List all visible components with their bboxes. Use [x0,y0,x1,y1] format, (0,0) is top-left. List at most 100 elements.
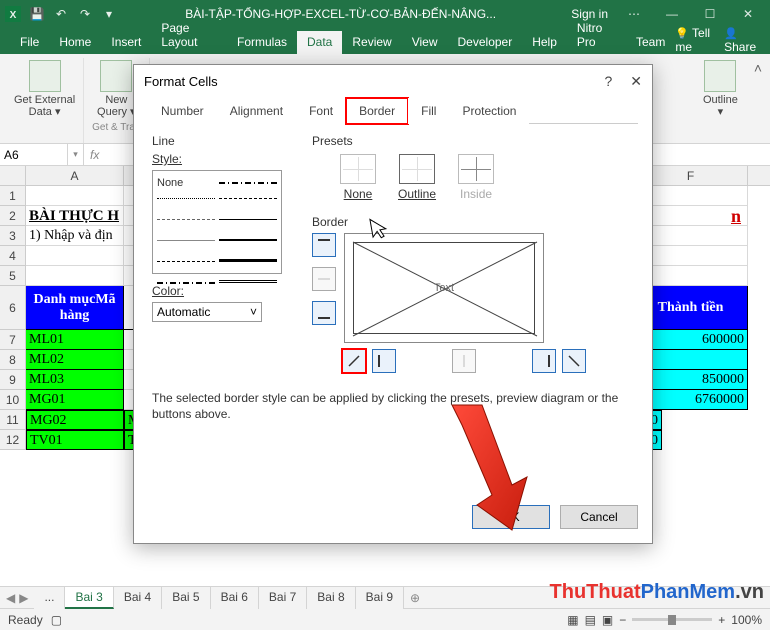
border-top-button[interactable] [312,233,336,257]
border-bottom-button[interactable] [312,301,336,325]
line-style-solid[interactable] [219,219,277,229]
macro-record-icon[interactable]: ▢ [51,613,62,627]
dtab-protection[interactable]: Protection [449,98,529,124]
dialog-close-icon[interactable]: ✕ [630,73,642,90]
undo-icon[interactable]: ↶ [52,5,70,23]
dialog-titlebar[interactable]: Format Cells ? ✕ [134,65,652,97]
row-header[interactable]: 5 [0,266,26,286]
view-normal-icon[interactable]: ▦ [567,613,578,627]
dtab-font[interactable]: Font [296,98,346,124]
border-horizontal-inside-button[interactable] [312,267,336,291]
row-header[interactable]: 3 [0,226,26,246]
ribbon-group-outline[interactable]: Outline ▾ [695,58,746,143]
line-style-double[interactable] [219,280,277,290]
sheet-tab-bai6[interactable]: Bai 6 [211,587,259,609]
line-style-dashdot2[interactable] [157,282,215,284]
ribbon-group-get-external[interactable]: Get External Data ▾ [6,58,84,143]
sheet-nav[interactable]: ◀▶ [0,591,34,605]
row-header[interactable]: 7 [0,330,26,350]
tab-home[interactable]: Home [49,31,101,54]
select-all-corner[interactable] [0,166,26,185]
sheet-nav-next-icon[interactable]: ▶ [19,591,28,605]
sheet-nav-prev-icon[interactable]: ◀ [6,591,15,605]
line-style-medium[interactable] [219,239,277,249]
line-style-dashed[interactable] [157,261,215,271]
tab-view[interactable]: View [402,31,448,54]
close-button[interactable]: ✕ [730,0,766,28]
dtab-alignment[interactable]: Alignment [217,98,296,124]
dialog-help-icon[interactable]: ? [604,73,612,90]
tab-review[interactable]: Review [342,31,401,54]
col-header-a[interactable]: A [26,166,124,185]
minimize-button[interactable]: — [654,0,690,28]
zoom-slider[interactable] [632,618,712,621]
sheet-tab-bai4[interactable]: Bai 4 [114,587,162,609]
border-diagonal-down-button[interactable] [562,349,586,373]
ribbon-options-icon[interactable]: ⋯ [616,0,652,28]
line-style-thick[interactable] [219,259,277,269]
tab-page-layout[interactable]: Page Layout [151,17,227,54]
dtab-fill[interactable]: Fill [408,98,449,124]
line-style-list[interactable]: None [152,170,282,274]
ok-button[interactable]: OK [472,505,550,529]
maximize-button[interactable]: ☐ [692,0,728,28]
name-box-dropdown-icon[interactable]: ▾ [68,144,84,165]
fx-icon[interactable]: fx [84,144,105,165]
cell[interactable]: ML01 [26,330,124,350]
tab-help[interactable]: Help [522,31,567,54]
border-preview[interactable]: Text [344,233,544,343]
qat-dropdown-icon[interactable]: ▾ [100,5,118,23]
cell[interactable]: MG01 [26,390,124,410]
cell[interactable]: TV01 [26,430,124,450]
border-diagonal-up-button[interactable] [342,349,366,373]
preset-none[interactable]: None [340,154,376,201]
zoom-level[interactable]: 100% [731,613,762,627]
cancel-button[interactable]: Cancel [560,505,638,529]
cell[interactable] [26,186,124,206]
cell[interactable]: ML03 [26,370,124,390]
cell[interactable]: ML02 [26,350,124,370]
row-header[interactable]: 2 [0,206,26,226]
color-dropdown[interactable]: Automatic ˅ [152,302,262,322]
dtab-number[interactable]: Number [148,98,217,124]
redo-icon[interactable]: ↷ [76,5,94,23]
tab-data[interactable]: Data [297,31,342,54]
border-left-button[interactable] [372,349,396,373]
tab-developer[interactable]: Developer [448,31,523,54]
preset-outline[interactable]: Outline [398,154,436,201]
row-header[interactable]: 6 [0,286,26,330]
sheet-tab-bai8[interactable]: Bai 8 [307,587,355,609]
tab-insert[interactable]: Insert [101,31,151,54]
line-style-none[interactable]: None [157,177,215,187]
line-style-hair[interactable] [157,240,215,250]
cell[interactable]: MG02 [26,410,124,430]
tell-me-search[interactable]: Tell me [675,26,720,54]
line-style-dashdot[interactable] [219,182,277,184]
zoom-in-icon[interactable]: + [718,613,725,627]
sheet-tab-bai9[interactable]: Bai 9 [356,587,404,609]
name-box[interactable]: A6 [0,144,68,165]
sheet-tab-more[interactable]: ... [34,587,65,609]
row-header[interactable]: 11 [0,410,26,430]
sheet-tab-bai7[interactable]: Bai 7 [259,587,307,609]
row-header[interactable]: 4 [0,246,26,266]
line-style-dotted[interactable] [157,198,215,208]
border-right-button[interactable] [532,349,556,373]
line-style-dashed-thin[interactable] [157,219,215,229]
sheet-tab-bai3[interactable]: Bai 3 [65,587,113,609]
view-page-layout-icon[interactable]: ▤ [585,613,596,627]
th-danh-muc[interactable]: Danh mụcMã hàng [26,286,124,330]
row-header[interactable]: 10 [0,390,26,410]
share-button[interactable]: Share [724,26,764,54]
tab-file[interactable]: File [10,31,49,54]
row-header[interactable]: 9 [0,370,26,390]
dtab-border[interactable]: Border [346,98,408,124]
view-page-break-icon[interactable]: ▣ [602,613,613,627]
zoom-out-icon[interactable]: − [619,613,626,627]
row-header[interactable]: 8 [0,350,26,370]
save-icon[interactable]: 💾 [28,5,46,23]
row-header[interactable]: 12 [0,430,26,450]
cell[interactable]: BÀI THỰC H [26,206,124,226]
row-header[interactable]: 1 [0,186,26,206]
line-style-dashed-med[interactable] [219,198,277,208]
